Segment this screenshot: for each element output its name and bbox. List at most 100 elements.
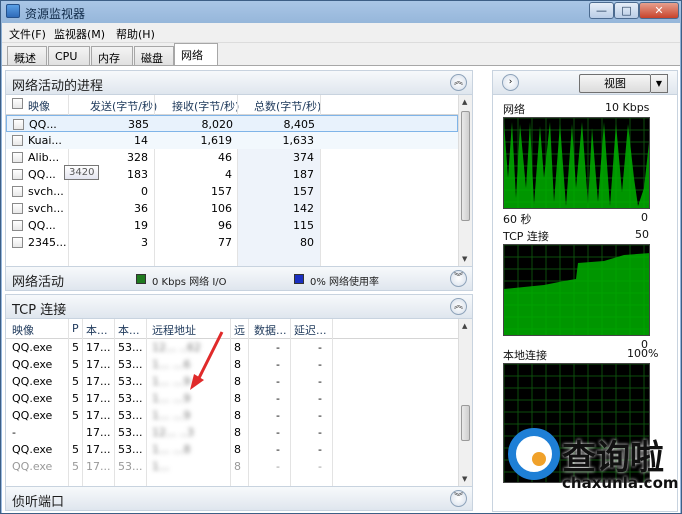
- process-total: 1,633: [282, 134, 315, 147]
- tcp-row[interactable]: QQ.exe 5 17... 53... 12... ..62 8- -: [6, 339, 458, 356]
- close-button[interactable]: ✕: [639, 2, 679, 19]
- tcp-packet-loss: -: [276, 375, 280, 388]
- expand-icon[interactable]: ︾: [450, 270, 467, 287]
- col-image[interactable]: 映像: [28, 98, 50, 114]
- process-send: 36: [134, 202, 148, 215]
- tcp-remote-port: 8: [234, 358, 241, 371]
- process-recv: 1,619: [200, 134, 233, 147]
- process-total: 80: [300, 236, 314, 249]
- io-legend-label: 0 Kbps 网络 I/O: [152, 277, 227, 288]
- row-checkbox[interactable]: [13, 119, 24, 130]
- activity-title: 网络活动: [12, 275, 65, 290]
- tab-disk[interactable]: 磁盘: [134, 46, 174, 65]
- process-row[interactable]: Kuai... 14 1,619 1,633: [6, 132, 458, 149]
- scroll-up-icon[interactable]: ▲: [462, 322, 467, 330]
- tcp-row[interactable]: QQ.exe 5 17... 53... 1... ...9 8 - -: [6, 390, 458, 407]
- tcp-scrollbar[interactable]: ▲ ▼: [458, 319, 472, 486]
- process-row[interactable]: QQ... 19 96 115: [6, 217, 458, 234]
- row-checkbox[interactable]: [12, 186, 23, 197]
- row-checkbox[interactable]: [12, 203, 23, 214]
- process-total: 374: [293, 151, 314, 164]
- local-graph-label: 本地连接: [503, 349, 547, 362]
- process-row[interactable]: svch... 0 157 157: [6, 183, 458, 200]
- tcp-local-port: 53...: [118, 392, 143, 405]
- col-pid[interactable]: P: [72, 322, 79, 335]
- tcp-remote-address: 1... ...6: [152, 358, 191, 371]
- listening-ports-header[interactable]: 侦听端口 ︾: [5, 486, 473, 511]
- network-graph: [503, 117, 650, 209]
- menu-file[interactable]: 文件(F): [9, 26, 46, 42]
- scroll-up-icon[interactable]: ▲: [462, 98, 467, 106]
- col-total[interactable]: 总数(字节/秒): [254, 98, 321, 114]
- collapse-icon[interactable]: ︽: [450, 298, 467, 315]
- scroll-down-icon[interactable]: ▼: [462, 475, 467, 483]
- tcp-row[interactable]: QQ.exe 5 17... 53... 1... ...6 8 - -: [6, 356, 458, 373]
- tab-memory[interactable]: 内存: [91, 46, 133, 65]
- menu-monitor[interactable]: 监视器(M): [54, 26, 105, 42]
- process-total: 142: [293, 202, 314, 215]
- processes-scrollbar[interactable]: ▲ ▼: [458, 95, 472, 266]
- expand-right-icon[interactable]: ›: [502, 74, 519, 91]
- scroll-thumb[interactable]: [461, 405, 470, 441]
- tcp-packet-loss: -: [276, 443, 280, 456]
- tcp-pid: 5: [72, 460, 79, 473]
- view-dropdown-icon[interactable]: ▼: [651, 74, 668, 93]
- process-recv: 77: [218, 236, 232, 249]
- collapse-icon[interactable]: ︽: [450, 74, 467, 91]
- processes-header-row: 映像 发送(字节/秒) 接收(字节/秒) 总数(字节/秒): [6, 95, 466, 115]
- tcp-latency: -: [318, 409, 322, 422]
- col-latency[interactable]: 延迟...: [294, 322, 327, 338]
- expand-icon[interactable]: ︾: [450, 490, 467, 507]
- process-row[interactable]: Alib... 328 46 374: [6, 149, 458, 166]
- col-local-address[interactable]: 本...: [86, 322, 108, 338]
- tcp-remote-address: 1... ...9: [152, 392, 191, 405]
- process-image: svch...: [28, 202, 64, 215]
- activity-header[interactable]: 网络活动 0 Kbps 网络 I/O 0% 网络使用率 ︾: [5, 266, 473, 291]
- row-checkbox[interactable]: [12, 220, 23, 231]
- scroll-thumb[interactable]: [461, 111, 470, 221]
- listening-ports-title: 侦听端口: [12, 495, 65, 510]
- col-local-port[interactable]: 本...: [118, 322, 140, 338]
- process-image: svch...: [28, 185, 64, 198]
- process-row[interactable]: QQ... 385 8,020 8,405: [6, 115, 458, 132]
- tcp-row[interactable]: QQ.exe 5 17... 53... 1... ...9 8 - -: [6, 407, 458, 424]
- tcp-remote-port: 8: [234, 375, 241, 388]
- processes-header[interactable]: 网络活动的进程 ︽: [5, 70, 473, 95]
- process-send: 328: [127, 151, 148, 164]
- menu-bar: 文件(F) 监视器(M) 帮助(H): [2, 23, 680, 43]
- tab-network[interactable]: 网络: [174, 43, 218, 65]
- scroll-down-icon[interactable]: ▼: [462, 255, 467, 263]
- maximize-button[interactable]: □: [614, 2, 639, 19]
- row-checkbox[interactable]: [12, 152, 23, 163]
- process-row[interactable]: svch... 36 106 142: [6, 200, 458, 217]
- col-send[interactable]: 发送(字节/秒): [90, 98, 157, 114]
- row-checkbox[interactable]: [12, 169, 23, 180]
- tcp-row[interactable]: QQ.exe 5 17... 53... 1... ...9 8 - -: [6, 373, 458, 390]
- tcp-row[interactable]: QQ.exe 5 17... 53... 1... ...8 8 - -: [6, 441, 458, 458]
- tcp-packet-loss: -: [276, 341, 280, 354]
- tcp-latency: -: [318, 358, 322, 371]
- col-packet-loss[interactable]: 数据...: [254, 322, 287, 338]
- col-recv[interactable]: 接收(字节/秒): [172, 98, 239, 114]
- tcp-row[interactable]: - 17... 53... 12... ..3 8 - -: [6, 424, 458, 441]
- tcp-local-port: 53...: [118, 426, 143, 439]
- process-row[interactable]: 2345... 3 77 80: [6, 234, 458, 251]
- tab-overview[interactable]: 概述: [7, 46, 47, 65]
- select-all-checkbox[interactable]: [12, 98, 23, 109]
- col-remote-port[interactable]: 远: [234, 322, 245, 338]
- tcp-header[interactable]: TCP 连接 ︽: [5, 294, 473, 319]
- view-button[interactable]: 视图: [579, 74, 651, 93]
- process-image: Alib...: [28, 151, 60, 164]
- row-checkbox[interactable]: [12, 237, 23, 248]
- tab-cpu[interactable]: CPU: [48, 46, 90, 65]
- network-graph-label: 网络: [503, 103, 525, 116]
- tcp-local-address: 17...: [86, 375, 111, 388]
- process-image: 2345...: [28, 236, 67, 249]
- col-image[interactable]: 映像: [12, 322, 34, 338]
- tcp-pid: 5: [72, 358, 79, 371]
- minimize-button[interactable]: —: [589, 2, 614, 19]
- tcp-packet-loss: -: [276, 409, 280, 422]
- row-checkbox[interactable]: [12, 135, 23, 146]
- tcp-row[interactable]: QQ.exe 5 17... 53... 1... 8 - -: [6, 458, 458, 475]
- menu-help[interactable]: 帮助(H): [116, 26, 155, 42]
